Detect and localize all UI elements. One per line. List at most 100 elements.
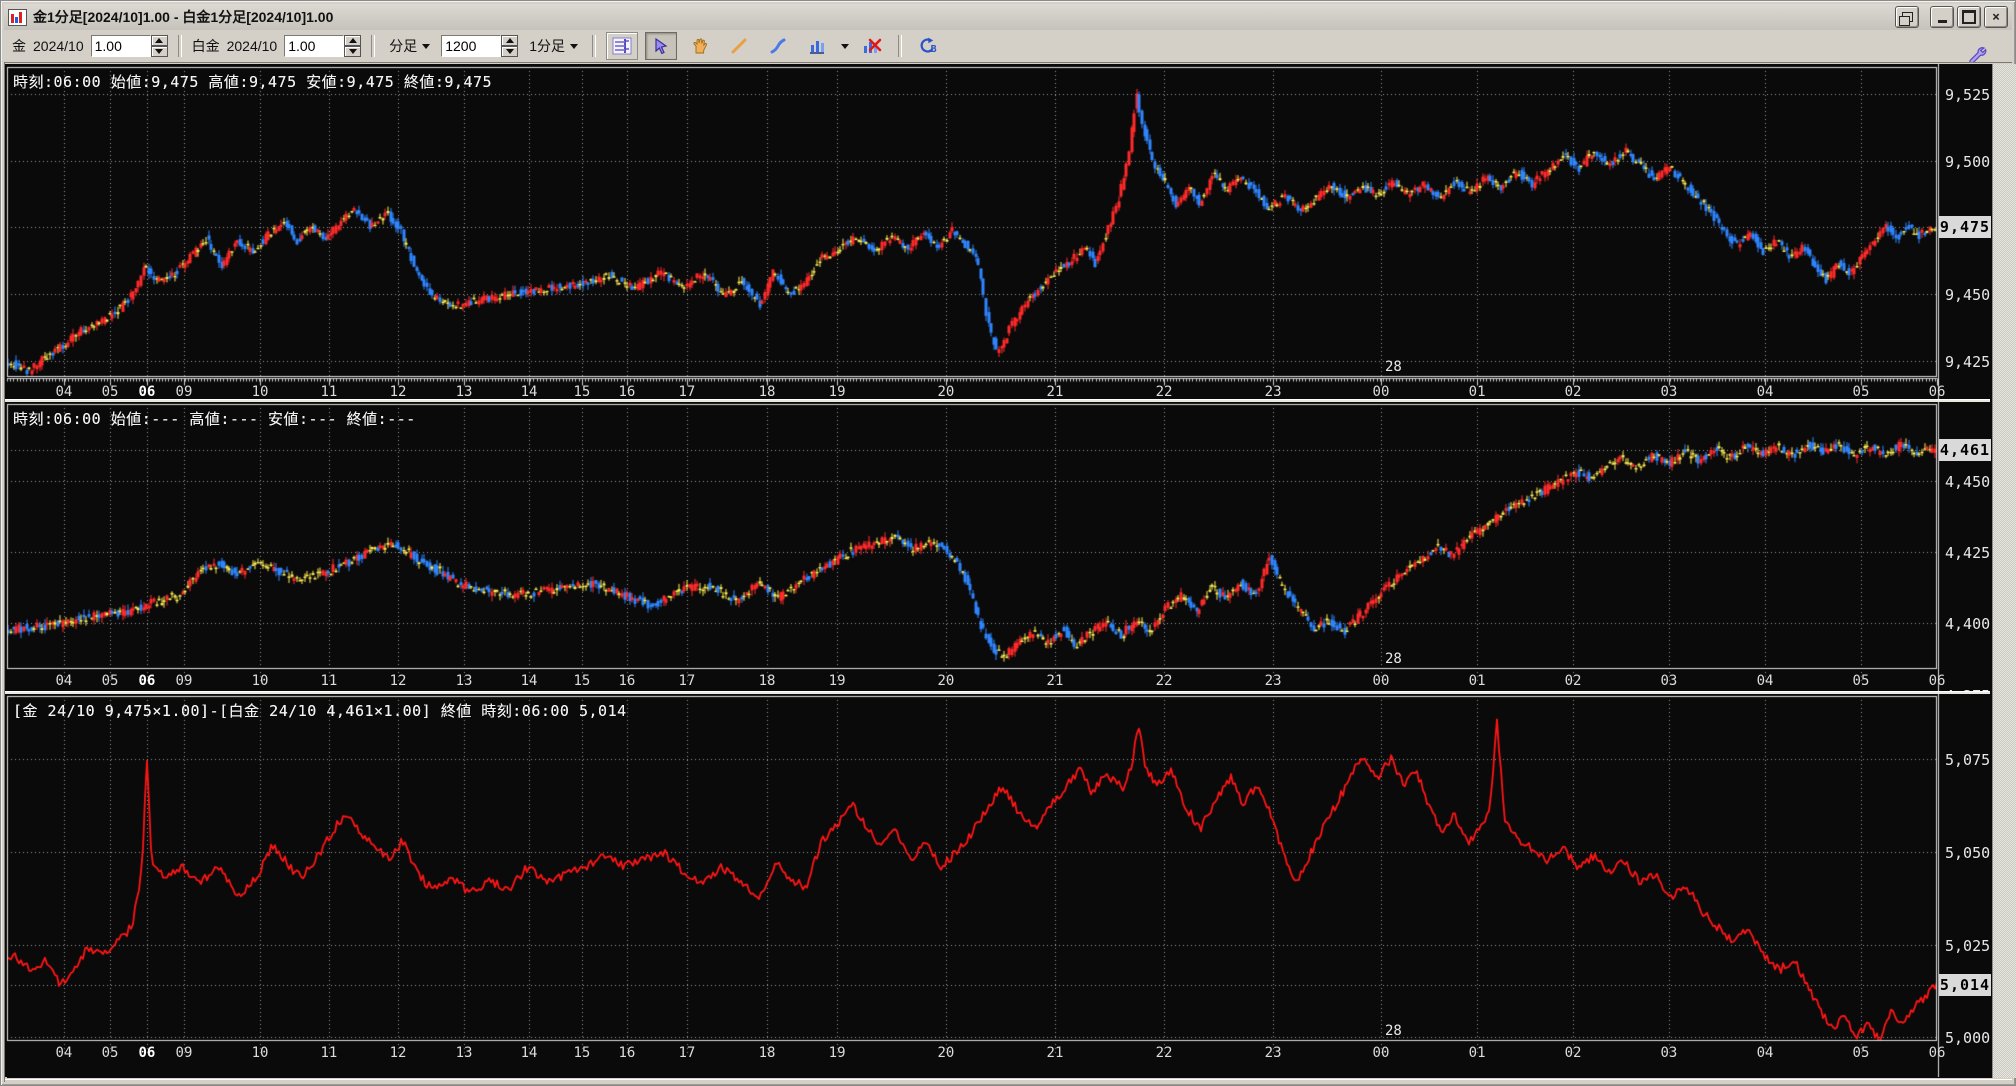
spin-up-icon — [505, 38, 514, 43]
close-button[interactable]: × — [1984, 6, 2008, 28]
x-axis-hour-label: 02 — [1564, 384, 1582, 400]
trendline-orange-icon — [731, 38, 747, 54]
hand-pan-tool-button[interactable] — [684, 32, 717, 60]
delete-drawings-tool-button[interactable] — [856, 32, 889, 60]
x-axis-hour-label: 06 — [138, 384, 156, 400]
cursor-select-tool-button[interactable] — [645, 32, 678, 60]
price-scale-tool-button[interactable] — [606, 32, 639, 60]
x-axis-hour-label: 18 — [758, 673, 776, 689]
gold-month-label: 2024/10 — [33, 38, 84, 54]
platinum-multiplier-input[interactable] — [284, 35, 345, 57]
gold-candlestick-canvas[interactable] — [5, 64, 1990, 399]
x-axis-hour-label: 22 — [1155, 1045, 1173, 1061]
x-axis-hour-label: 17 — [678, 384, 696, 400]
maximize-button[interactable] — [1957, 6, 1981, 28]
x-axis-hour-label: 21 — [1046, 1045, 1064, 1061]
x-axis-hour-label: 11 — [320, 673, 338, 689]
minimize-button[interactable] — [1930, 6, 1954, 28]
x-axis-hour-label: 01 — [1468, 384, 1486, 400]
platinum-candlestick-canvas[interactable] — [5, 402, 1990, 691]
x-axis-hour-label: 05 — [101, 384, 119, 400]
platinum-spin-up-button[interactable] — [344, 35, 362, 46]
x-axis-hour-label: 20 — [937, 1045, 955, 1061]
x-axis-hour-label: 01 — [1468, 1045, 1486, 1061]
x-axis-hour-label: 09 — [175, 1045, 193, 1061]
bar-count-spin-down-button[interactable] — [501, 46, 519, 57]
x-axis-hour-label: 19 — [828, 384, 846, 400]
platinum-multiplier-spinner — [284, 35, 362, 57]
toolbar-separator — [371, 35, 376, 57]
bar-count-input[interactable] — [441, 35, 502, 57]
x-axis-hour-label: 05 — [101, 673, 119, 689]
spin-up-icon — [348, 38, 357, 43]
bar-type-dropdown[interactable]: 分足 — [385, 34, 434, 58]
x-axis-hour-label: 12 — [389, 384, 407, 400]
x-axis-hour-label: 23 — [1264, 384, 1282, 400]
reload-b-icon: B — [920, 37, 937, 55]
x-axis-hour-label: 17 — [678, 1045, 696, 1061]
x-axis-hour-label: 18 — [758, 1045, 776, 1061]
x-axis-hour-label: 23 — [1264, 673, 1282, 689]
x-axis-hour-label: 12 — [389, 673, 407, 689]
spin-down-icon — [155, 49, 164, 54]
cascade-window-button[interactable] — [1895, 6, 1919, 28]
x-axis-hour-label: 05 — [101, 1045, 119, 1061]
spin-down-icon — [348, 49, 357, 54]
platinum-spin-down-button[interactable] — [344, 46, 362, 57]
gold-label: 金 — [12, 38, 26, 54]
x-axis-hour-label: 15 — [573, 384, 591, 400]
date-marker-label: 28 — [1384, 1023, 1402, 1039]
spin-up-icon — [155, 38, 164, 43]
bar-chart-style-tool-button[interactable] — [801, 32, 834, 60]
app-candlestick-icon — [8, 8, 27, 26]
x-axis-hour-label: 22 — [1155, 384, 1173, 400]
bar-count-spinner — [441, 35, 519, 57]
interval-label: 1分足 — [529, 38, 566, 54]
x-axis-hour-label: 14 — [520, 673, 538, 689]
x-axis-hour-label: 10 — [251, 673, 269, 689]
platinum-y-tick-label: 4,400 — [1945, 615, 1991, 634]
x-axis-hour-label: 21 — [1046, 384, 1064, 400]
cascade-icon — [1898, 12, 1913, 26]
platinum-chart-panel[interactable]: 時刻:06:00 始値:--- 高値:--- 安値:--- 終値:--- 4,45… — [5, 402, 1991, 705]
bar-count-spin-up-button[interactable] — [501, 35, 519, 46]
x-axis-hour-label: 00 — [1372, 384, 1390, 400]
x-axis-hour-label: 00 — [1372, 673, 1390, 689]
chevron-down-icon — [422, 43, 431, 49]
price-scale-icon — [612, 37, 632, 55]
scrollbar-track[interactable] — [1992, 64, 2016, 1078]
x-axis-hour-label: 13 — [455, 673, 473, 689]
gold-spin-down-button[interactable] — [150, 46, 168, 57]
x-axis-hour-label: 06 — [1928, 384, 1946, 400]
platinum-label: 白金 — [191, 38, 220, 54]
gold-y-tick-label: 9,450 — [1945, 286, 1991, 305]
gold-y-tick-label: 9,500 — [1945, 152, 1991, 171]
spread-line-canvas[interactable] — [5, 694, 1990, 1077]
x-axis-hour-label: 05 — [1852, 384, 1870, 400]
app-window: 金1分足[2024/10]1.00 - 白金1分足[2024/10]1.00 ×… — [0, 0, 2016, 1086]
x-axis-hour-label: 11 — [320, 1045, 338, 1061]
window-title: 金1分足[2024/10]1.00 - 白金1分足[2024/10]1.00 — [33, 9, 334, 25]
interval-dropdown[interactable]: 1分足 — [525, 34, 582, 58]
bar-chart-dropdown-icon[interactable] — [841, 43, 850, 49]
trendline-blue-tool-button[interactable] — [762, 32, 795, 60]
x-axis-hour-label: 15 — [573, 673, 591, 689]
x-axis-hour-label: 10 — [251, 384, 269, 400]
toolbar-separator — [177, 35, 182, 57]
x-axis-hour-label: 16 — [618, 384, 636, 400]
x-axis-hour-label: 02 — [1564, 673, 1582, 689]
spread-chart-panel[interactable]: [金 24/10 9,475×1.00]-[白金 24/10 4,461×1.0… — [5, 694, 1991, 1077]
spread-info-line: [金 24/10 9,475×1.00]-[白金 24/10 4,461×1.0… — [13, 702, 627, 720]
x-axis-hour-label: 11 — [320, 384, 338, 400]
gold-current-price-badge: 9,475 — [1939, 216, 1991, 239]
gold-chart-panel[interactable]: 時刻:06:00 始値:9,475 高値:9,475 安値:9,475 終値:9… — [5, 64, 1991, 400]
x-axis-hour-label: 17 — [678, 673, 696, 689]
platinum-y-tick-label: 4,450 — [1945, 472, 1991, 491]
gold-spin-up-button[interactable] — [150, 35, 168, 46]
platinum-y-tick-label: 4,425 — [1945, 544, 1991, 563]
gold-multiplier-input[interactable] — [90, 35, 151, 57]
spread-y-tick-label: 5,000 — [1945, 1029, 1991, 1048]
reload-tool-button[interactable]: B — [912, 32, 945, 60]
x-axis-hour-label: 23 — [1264, 1045, 1282, 1061]
trendline-orange-tool-button[interactable] — [723, 32, 756, 60]
